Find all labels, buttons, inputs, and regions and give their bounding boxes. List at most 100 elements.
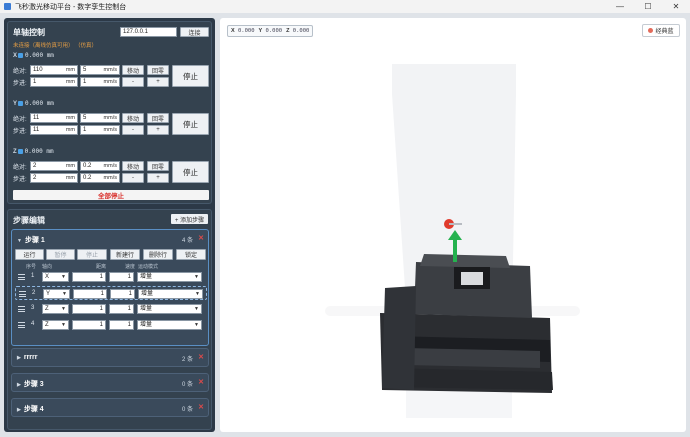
z-plus-button[interactable]: + [147, 173, 169, 183]
drag-handle-icon[interactable] [18, 306, 25, 312]
x-abs-distance-input[interactable]: 110 mm [30, 65, 78, 75]
step-title[interactable]: ▶ 步骤 4 [17, 404, 44, 414]
col-distance: 距离 [96, 264, 107, 270]
table-row[interactable]: 1 X ▼ 1 1 增量 ▼ [15, 270, 207, 284]
step-editor-panel: 步骤编辑 + 添加步骤 ▼ 步骤 1 4 条 ✕ 运行 暂停 停止 新建行 删除行… [7, 209, 212, 430]
z-abs-speed-input[interactable]: 0.2 mm/s [80, 161, 120, 171]
speed-input[interactable]: 1 [109, 320, 134, 330]
window-controls: — ☐ ✕ [606, 0, 690, 13]
table-row[interactable]: 2 Y ▼ 1 1 增量 ▼ [15, 286, 207, 300]
axis-icon [18, 53, 24, 58]
y-stop-button[interactable]: 停止 [172, 113, 209, 135]
distance-input[interactable]: 1 [72, 320, 106, 330]
z-stop-button[interactable]: 停止 [172, 161, 209, 183]
run-button[interactable]: 运行 [15, 249, 44, 260]
speed-input[interactable]: 1 [110, 289, 135, 299]
distance-input[interactable]: 1 [72, 304, 106, 314]
speed-input[interactable]: 1 [109, 272, 134, 282]
ip-input[interactable]: 127.0.0.1 [120, 27, 177, 37]
axis-select[interactable]: Z ▼ [42, 320, 69, 330]
minimize-icon[interactable]: — [606, 0, 634, 13]
delete-step-icon[interactable]: ✕ [198, 234, 204, 242]
mode-select[interactable]: 增量 ▼ [137, 272, 202, 282]
y-abs-distance-input[interactable]: 11 mm [30, 113, 78, 123]
axis-select[interactable]: Z ▼ [42, 304, 69, 314]
z-home-button[interactable]: 回零 [147, 161, 169, 171]
connect-button[interactable]: 连接 [180, 27, 209, 37]
left-panel: 单轴控制 127.0.0.1 连接 未连接（离线仿真可用） （仿真） X 0.00… [4, 18, 215, 432]
delete-step-icon[interactable]: ✕ [198, 378, 204, 386]
axis-icon [17, 149, 23, 154]
abs-label: 绝对: [13, 117, 27, 123]
axis-z-header: Z 0.000 mm [13, 148, 54, 155]
col-speed: 速度 [125, 264, 136, 270]
chevron-down-icon: ▼ [17, 238, 22, 244]
drag-handle-icon[interactable] [19, 291, 26, 297]
3d-viewport[interactable]: X 0.000 Y 0.000 Z 0.000 经典蓝 [220, 18, 686, 432]
col-index: 序号 [26, 264, 37, 270]
step-card-expanded: ▼ 步骤 1 4 条 ✕ 运行 暂停 停止 新建行 删除行 锁定 序号 轴向 距离… [11, 229, 209, 346]
drag-handle-icon[interactable] [18, 274, 25, 280]
mode-select[interactable]: 增量 ▼ [138, 289, 203, 299]
mode-select[interactable]: 增量 ▼ [137, 320, 202, 330]
mode-select[interactable]: 增量 ▼ [137, 304, 202, 314]
axis-control-panel: 单轴控制 127.0.0.1 连接 未连接（离线仿真可用） （仿真） X 0.00… [7, 21, 212, 204]
z-abs-distance-input[interactable]: 2 mm [30, 161, 78, 171]
y-minus-button[interactable]: - [122, 125, 144, 135]
add-step-button[interactable]: + 添加步骤 [171, 214, 208, 224]
step-title[interactable]: ▶ rrrrr [17, 354, 37, 361]
new-row-button[interactable]: 新建行 [110, 249, 140, 260]
distance-input[interactable]: 1 [72, 272, 106, 282]
x-minus-button[interactable]: - [122, 77, 144, 87]
step-title[interactable]: ▶ 步骤 3 [17, 379, 44, 389]
z-minus-button[interactable]: - [122, 173, 144, 183]
table-row[interactable]: 3 Z ▼ 1 1 增量 ▼ [15, 302, 207, 316]
x-step-distance-input[interactable]: 1 mm [30, 77, 78, 87]
step-count: 4 条 [181, 238, 193, 244]
z-move-button[interactable]: 移动 [122, 161, 144, 171]
axis-select[interactable]: Y ▼ [43, 289, 70, 299]
step-panel-title: 步骤编辑 [13, 216, 45, 225]
axis-x-header: X 0.000 mm [13, 52, 54, 59]
x-plus-button[interactable]: + [147, 77, 169, 87]
speed-input[interactable]: 1 [109, 304, 134, 314]
distance-input[interactable]: 1 [73, 289, 107, 299]
step-count: 0 条 [181, 407, 193, 413]
y-step-speed-input[interactable]: 1 mm/s [80, 125, 120, 135]
axis-y-header: Y 0.000 mm [13, 100, 54, 107]
step-card-collapsed[interactable]: ▶ 步骤 3 0 条 ✕ [11, 373, 209, 392]
abs-label: 绝对: [13, 69, 27, 75]
window-title: 飞秒激光移动平台 - 数字孪生控制台 [15, 3, 127, 11]
title-bar: 飞秒激光移动平台 - 数字孪生控制台 — ☐ ✕ [0, 0, 690, 13]
x-move-button[interactable]: 移动 [122, 65, 144, 75]
z-step-distance-input[interactable]: 2 mm [30, 173, 78, 183]
y-home-button[interactable]: 回零 [147, 113, 169, 123]
step-card-collapsed[interactable]: ▶ 步骤 4 0 条 ✕ [11, 398, 209, 417]
y-plus-button[interactable]: + [147, 125, 169, 135]
chevron-right-icon: ▶ [17, 382, 21, 388]
x-home-button[interactable]: 回零 [147, 65, 169, 75]
axis-select[interactable]: X ▼ [42, 272, 69, 282]
pause-button[interactable]: 暂停 [46, 249, 75, 260]
y-abs-speed-input[interactable]: 5 mm/s [80, 113, 120, 123]
maximize-icon[interactable]: ☐ [634, 0, 662, 13]
y-move-button[interactable]: 移动 [122, 113, 144, 123]
stop-step-button[interactable]: 停止 [77, 249, 107, 260]
table-row[interactable]: 4 Z ▼ 1 1 增量 ▼ [15, 318, 207, 332]
y-step-distance-input[interactable]: 11 mm [30, 125, 78, 135]
delete-step-icon[interactable]: ✕ [198, 353, 204, 361]
all-stop-button[interactable]: 全部停止 [13, 190, 209, 200]
step-card-collapsed[interactable]: ▶ rrrrr 2 条 ✕ [11, 348, 209, 367]
x-abs-speed-input[interactable]: 5 mm/s [80, 65, 120, 75]
x-stop-button[interactable]: 停止 [172, 65, 209, 87]
z-step-speed-input[interactable]: 0.2 mm/s [80, 173, 120, 183]
delete-step-icon[interactable]: ✕ [198, 403, 204, 411]
x-step-speed-input[interactable]: 1 mm/s [80, 77, 120, 87]
drag-handle-icon[interactable] [18, 322, 25, 328]
delete-row-button[interactable]: 删除行 [143, 249, 173, 260]
step-label: 步进: [13, 81, 27, 87]
close-icon[interactable]: ✕ [662, 0, 690, 13]
connection-status: 未连接（离线仿真可用） （仿真） [13, 43, 98, 49]
lock-button[interactable]: 锁定 [176, 249, 206, 260]
step-title[interactable]: ▼ 步骤 1 [17, 235, 45, 245]
